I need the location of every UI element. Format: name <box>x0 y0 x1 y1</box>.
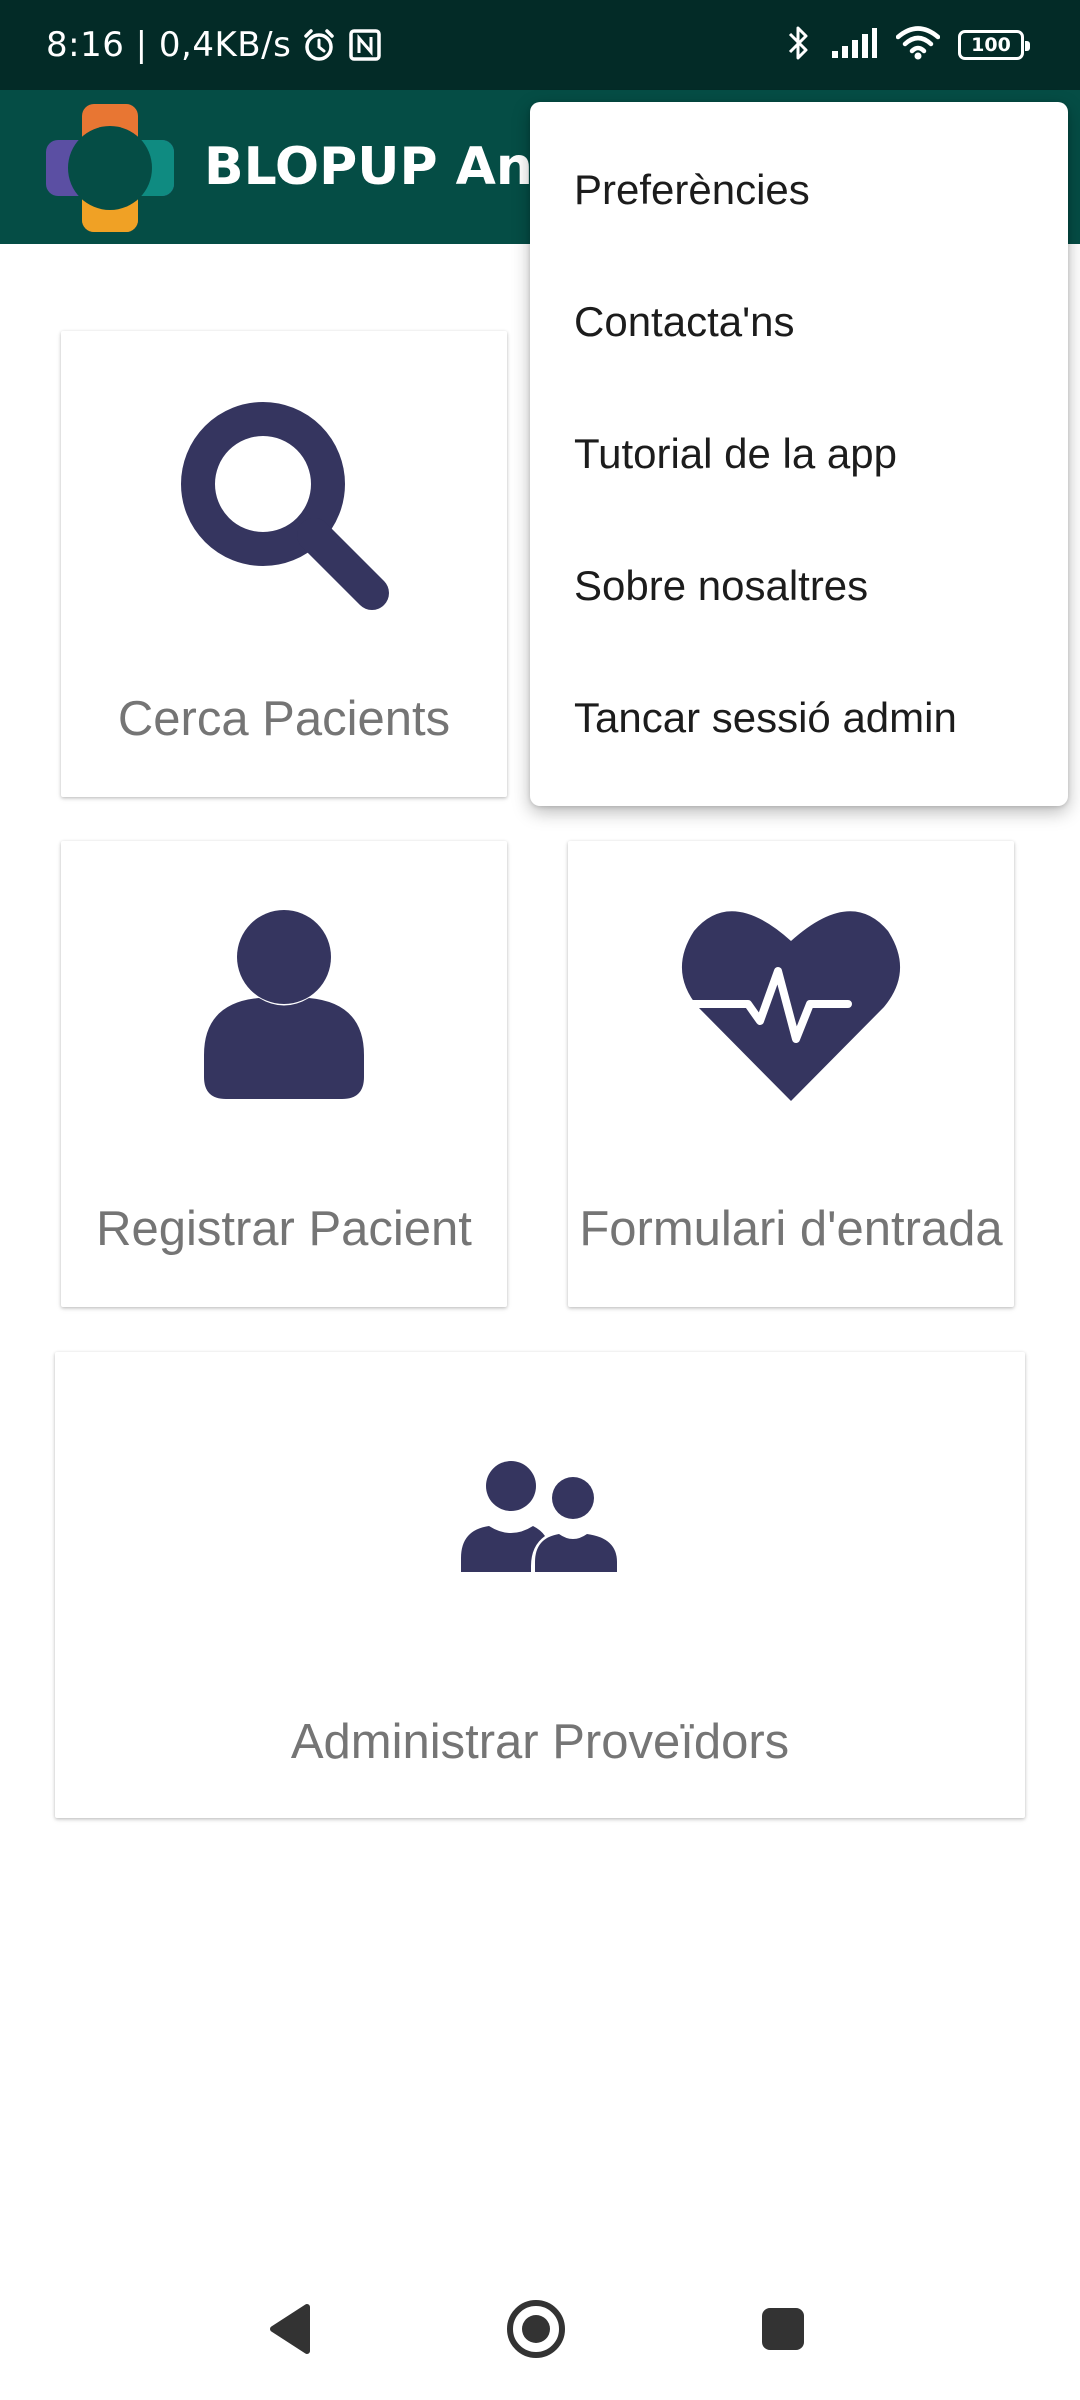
home-icon[interactable] <box>501 2294 571 2364</box>
manage-providers-label: Administrar Proveïdors <box>290 1715 790 1769</box>
register-patient-card[interactable]: Registrar Pacient <box>61 841 507 1307</box>
menu-item-tutorial[interactable]: Tutorial de la app <box>530 388 1068 520</box>
status-bar: 8:16 | 0,4KB/s 100 <box>0 0 1080 90</box>
heart-pulse-icon <box>568 901 1014 1111</box>
app-logo <box>44 102 176 234</box>
search-icon <box>61 385 507 625</box>
signal-icon <box>830 27 878 63</box>
alarm-icon <box>301 27 337 63</box>
back-icon[interactable] <box>255 2294 325 2364</box>
battery-level: 100 <box>971 34 1011 56</box>
status-right: 100 <box>786 0 1030 90</box>
battery-icon: 100 <box>958 30 1030 60</box>
wifi-icon <box>895 26 941 64</box>
intake-form-card[interactable]: Formulari d'entrada <box>568 841 1014 1307</box>
menu-item-logout-admin[interactable]: Tancar sessió admin <box>530 652 1068 784</box>
manage-providers-card[interactable]: Administrar Proveïdors <box>55 1352 1025 1818</box>
intake-form-label: Formulari d'entrada <box>579 1202 1003 1256</box>
app-title: BLOPUP And <box>204 137 571 197</box>
search-patients-label: Cerca Pacients <box>117 692 451 746</box>
search-patients-card[interactable]: Cerca Pacients <box>61 331 507 797</box>
navigation-bar <box>0 2256 1080 2400</box>
group-icon <box>55 1458 1025 1578</box>
status-left: 8:16 | 0,4KB/s <box>46 0 383 90</box>
nfc-icon <box>347 27 383 63</box>
register-patient-label: Registrar Pacient <box>96 1202 472 1256</box>
menu-item-preferences[interactable]: Preferències <box>530 124 1068 256</box>
person-icon <box>61 905 507 1105</box>
recents-icon[interactable] <box>748 2294 818 2364</box>
status-time-speed: 8:16 | 0,4KB/s <box>46 25 292 65</box>
menu-item-about[interactable]: Sobre nosaltres <box>530 520 1068 652</box>
overflow-menu: Preferències Contacta'ns Tutorial de la … <box>530 102 1068 806</box>
bluetooth-icon <box>786 24 812 66</box>
menu-item-contact[interactable]: Contacta'ns <box>530 256 1068 388</box>
